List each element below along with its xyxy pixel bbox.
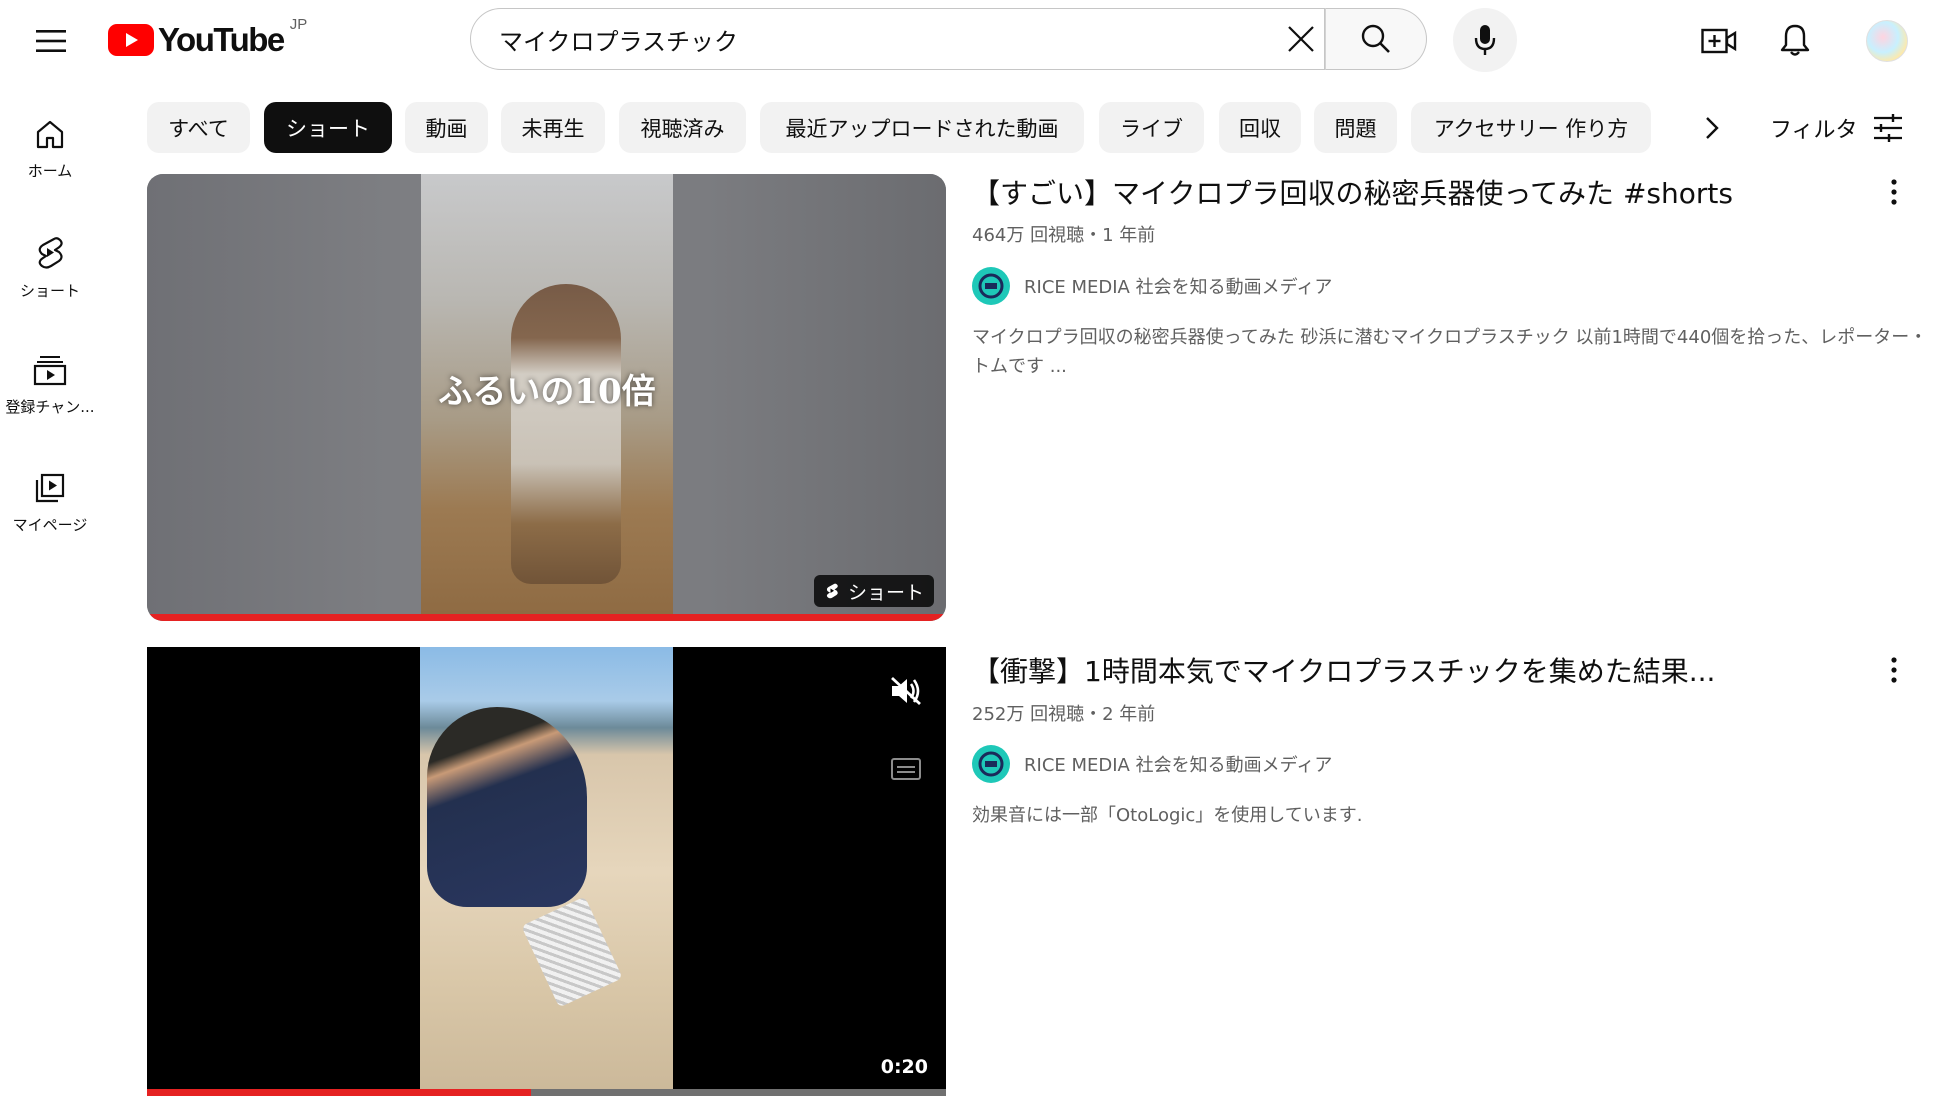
country-code: JP [289, 15, 308, 33]
more-vert-icon [1891, 657, 1897, 683]
bell-icon [1780, 24, 1810, 56]
volume-off-icon [891, 676, 921, 706]
channel-logo-icon [978, 751, 1004, 777]
more-actions-button-2[interactable] [1876, 652, 1912, 688]
account-avatar[interactable] [1866, 20, 1908, 62]
sidebar-item-library[interactable]: マイページ [0, 472, 100, 535]
captions-button[interactable] [890, 757, 922, 781]
thumbnail-person [427, 707, 587, 907]
sidebar-item-label: 登録チャン... [5, 398, 95, 416]
chip-collection[interactable]: 回収 [1219, 102, 1301, 153]
channel-name: RICE MEDIA 社会を知る動画メディア [1024, 755, 1333, 776]
chevron-right-icon [1706, 117, 1719, 139]
chip-live[interactable]: ライブ [1099, 102, 1204, 153]
channel-link-1[interactable]: RICE MEDIA 社会を知る動画メディア [972, 267, 1332, 305]
chip-recently-uploaded[interactable]: 最近アップロードされた動画 [760, 102, 1084, 153]
channel-link-2[interactable]: RICE MEDIA 社会を知る動画メディア [972, 745, 1332, 783]
watch-progress-bar [147, 614, 946, 621]
channel-avatar [972, 267, 1010, 305]
video-title-2[interactable]: 【衝撃】1時間本気でマイクロプラスチックを集めた結果... [972, 652, 1715, 692]
clear-search-button[interactable] [1280, 18, 1322, 60]
more-vert-icon [1891, 179, 1897, 205]
create-video-icon [1701, 28, 1737, 54]
channel-avatar [972, 745, 1010, 783]
voice-search-button[interactable] [1453, 8, 1517, 72]
chip-watched[interactable]: 視聴済み [619, 102, 746, 153]
shorts-icon [38, 237, 63, 269]
notifications-button[interactable] [1773, 18, 1817, 62]
filter-label: フィルタ [1770, 118, 1858, 143]
sidebar-item-label: マイページ [12, 516, 88, 534]
subscriptions-icon [33, 356, 67, 386]
create-button[interactable] [1698, 20, 1740, 62]
chip-accessory-howto[interactable]: アクセサリー 作り方 [1411, 102, 1651, 153]
search-input[interactable] [497, 24, 1221, 54]
video-meta-1: 464万 回視聴・1 年前 [972, 225, 1156, 246]
sidebar-item-label: ショート [19, 282, 80, 300]
video-thumbnail-2[interactable]: 0:20 [147, 647, 946, 1096]
sidebar-item-subscriptions[interactable]: 登録チャン... [0, 354, 100, 417]
search-box [470, 8, 1325, 70]
youtube-play-icon [108, 24, 154, 56]
filter-button[interactable]: フィルタ [1770, 104, 1904, 152]
filter-sliders-icon [1873, 114, 1902, 142]
more-actions-button-1[interactable] [1876, 174, 1912, 210]
chip-videos[interactable]: 動画 [405, 102, 488, 153]
search-icon [1361, 24, 1390, 53]
mute-button[interactable] [888, 673, 924, 709]
microphone-icon [1474, 25, 1496, 55]
menu-icon [36, 30, 66, 52]
thumbnail-overlay-text: ふるいの10倍 [438, 372, 656, 412]
channel-logo-icon [978, 273, 1004, 299]
video-description-1: マイクロプラ回収の秘密兵器使ってみた 砂浜に潜むマイクロプラスチック 以前1時間… [972, 327, 1928, 377]
shorts-badge: ショート [813, 575, 934, 607]
logo-text: YouTube [158, 21, 285, 58]
sidebar-item-shorts[interactable]: ショート [0, 236, 100, 301]
sidebar-item-label: ホーム [27, 162, 73, 180]
chip-unwatched[interactable]: 未再生 [501, 102, 605, 153]
library-icon [35, 473, 65, 503]
video-title-1[interactable]: 【すごい】マイクロプラ回収の秘密兵器使ってみた #shorts [972, 174, 1733, 214]
search-button[interactable] [1325, 8, 1427, 70]
shorts-badge-label: ショート [847, 581, 924, 604]
captions-icon [891, 758, 921, 780]
chip-problem[interactable]: 問題 [1314, 102, 1397, 153]
playback-progress-fill [147, 1089, 531, 1096]
video-meta-2: 252万 回視聴・2 年前 [972, 704, 1156, 725]
chip-all[interactable]: すべて [147, 102, 250, 153]
close-icon [1288, 26, 1314, 52]
video-duration: 0:20 [880, 1056, 928, 1078]
chips-next-button[interactable] [1690, 106, 1734, 150]
chip-shorts[interactable]: ショート [264, 102, 392, 153]
sidebar-item-home[interactable]: ホーム [0, 118, 100, 181]
video-description-2: 効果音には一部「OtoLogic」を使用しています. [972, 805, 1363, 826]
menu-button[interactable] [28, 18, 74, 64]
channel-name: RICE MEDIA 社会を知る動画メディア [1024, 277, 1333, 298]
home-icon [36, 120, 64, 149]
video-thumbnail-1[interactable]: ふるいの10倍 ショート [147, 174, 946, 621]
youtube-logo[interactable]: YouTube JP [108, 16, 307, 60]
thumbnail-person [511, 284, 621, 584]
shorts-icon [826, 583, 838, 599]
